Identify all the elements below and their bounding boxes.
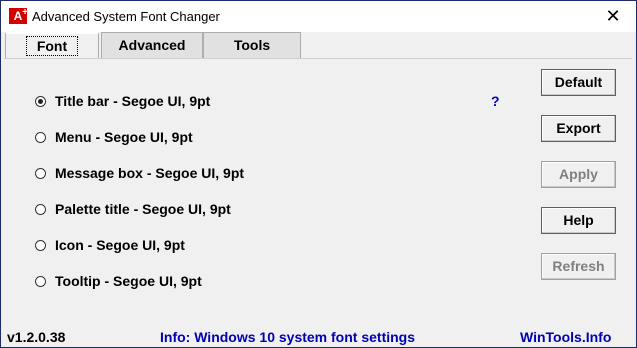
tab-tools-label: Tools: [233, 37, 271, 53]
option-icon-label: Icon - Segoe UI, 9pt: [55, 237, 185, 253]
apply-button[interactable]: Apply: [541, 161, 616, 188]
tab-tools[interactable]: Tools: [203, 32, 301, 59]
default-button[interactable]: Default: [541, 69, 616, 96]
export-button[interactable]: Export: [541, 115, 616, 142]
option-title-bar-label: Title bar - Segoe UI, 9pt: [55, 93, 211, 109]
website-link[interactable]: WinTools.Info: [520, 329, 611, 345]
tab-font-label: Font: [25, 36, 79, 56]
app-window: A + Advanced System Font Changer ✕ Font …: [0, 0, 637, 348]
app-logo-icon: A +: [9, 7, 28, 24]
help-question-link[interactable]: ?: [491, 93, 500, 109]
radio-palette-title[interactable]: [35, 204, 46, 215]
radio-icon[interactable]: [35, 240, 46, 251]
option-tooltip-label: Tooltip - Segoe UI, 9pt: [55, 273, 202, 289]
tab-font[interactable]: Font: [5, 32, 99, 59]
window-title: Advanced System Font Changer: [32, 9, 220, 24]
radio-tooltip[interactable]: [35, 276, 46, 287]
version-label: v1.2.0.38: [7, 329, 66, 345]
title-bar: A + Advanced System Font Changer ✕: [1, 1, 636, 32]
radio-title-bar[interactable]: [35, 96, 46, 107]
help-button[interactable]: Help: [541, 207, 616, 234]
tab-advanced-label: Advanced: [118, 37, 186, 53]
option-message-box-label: Message box - Segoe UI, 9pt: [55, 165, 245, 181]
app-logo-plus: +: [22, 7, 28, 18]
tab-advanced[interactable]: Advanced: [101, 32, 203, 59]
close-icon: ✕: [605, 6, 621, 26]
option-palette-title-label: Palette title - Segoe UI, 9pt: [55, 201, 231, 217]
option-menu-label: Menu - Segoe UI, 9pt: [55, 129, 193, 145]
radio-menu[interactable]: [35, 132, 46, 143]
refresh-button[interactable]: Refresh: [541, 253, 616, 280]
app-logo-letter: A: [13, 9, 23, 23]
radio-message-box[interactable]: [35, 168, 46, 179]
info-link[interactable]: Info: Windows 10 system font settings: [160, 329, 415, 345]
close-button[interactable]: ✕: [590, 1, 636, 32]
